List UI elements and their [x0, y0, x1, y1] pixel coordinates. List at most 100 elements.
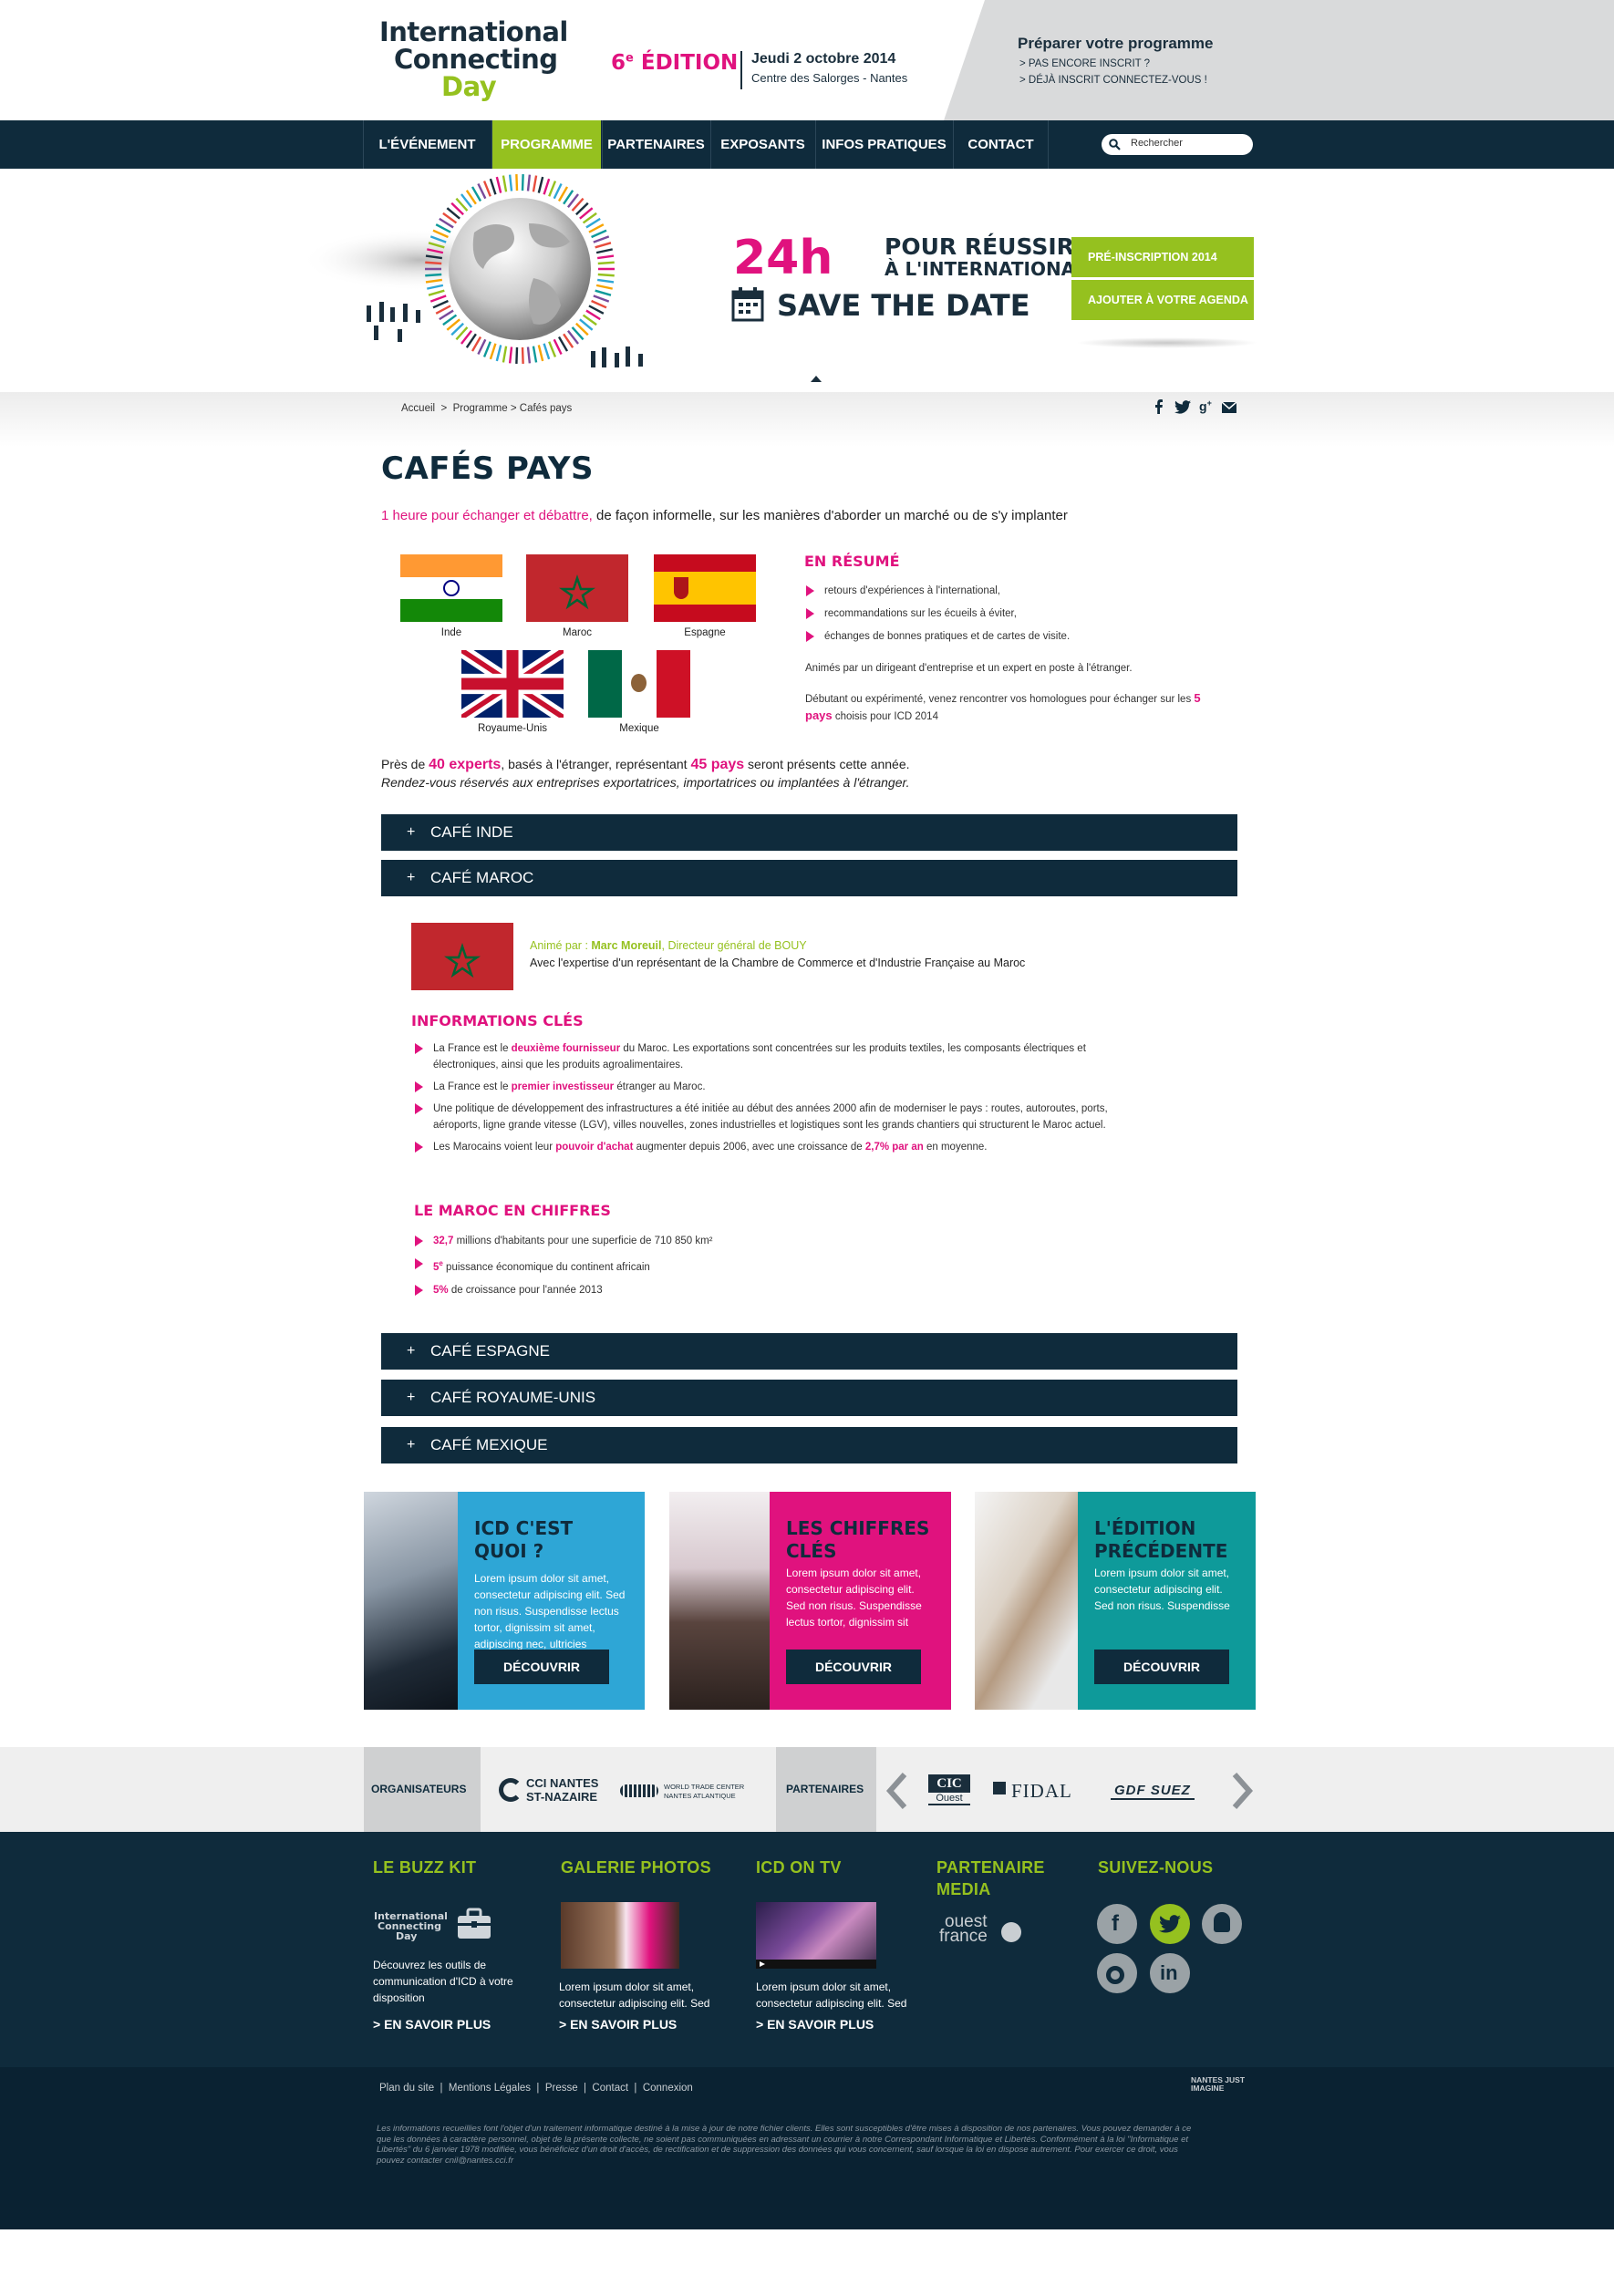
chiffre-item: 32,7 millions d'habitants pour une super… [411, 1233, 958, 1249]
viadeo-social-button[interactable] [1202, 1904, 1242, 1944]
footer-link-mentions[interactable]: Mentions Légales [449, 2083, 531, 2094]
resume-invite-text: Débutant ou expérimenté, venez rencontre… [805, 694, 1195, 705]
info-cles-list: La France est le deuxième fournisseur du… [411, 1040, 1132, 1155]
card-edition-precedente[interactable]: L'ÉDITION PRÉCÉDENTE Lorem ipsum dolor s… [975, 1492, 1256, 1710]
ring-segment [595, 248, 613, 254]
wtc-logo[interactable]: WORLD TRADE CENTER NANTES ATLANTIQUE [620, 1781, 748, 1803]
play-icon[interactable] [760, 1961, 765, 1967]
email-icon[interactable] [1222, 402, 1236, 413]
briefcase-icon [458, 1908, 491, 1939]
twitter-social-button[interactable] [1150, 1904, 1190, 1944]
login-link[interactable]: > DÉJÀ INSCRIT CONNECTEZ-VOUS ! [1019, 75, 1207, 86]
accordion-cafe-inde[interactable]: + CAFÉ INDE [381, 814, 1237, 851]
accordion-cafe-royaume-unis[interactable]: + CAFÉ ROYAUME-UNIS [381, 1380, 1237, 1416]
nantes-just-imagine-logo[interactable]: NANTES JUST IMAGINE [1191, 2076, 1246, 2093]
facebook-social-button[interactable]: f [1097, 1904, 1137, 1944]
video-controls-bar[interactable] [756, 1960, 876, 1969]
breadcrumb-home[interactable]: Accueil [401, 403, 435, 414]
card-icd-quoi[interactable]: ICD C'EST QUOI ? Lorem ipsum dolor sit a… [364, 1492, 645, 1710]
main-nav: L'ÉVÉNEMENT PROGRAMME PARTENAIRES EXPOSA… [0, 120, 1614, 176]
cic-logo[interactable]: CIC Ouest [928, 1774, 970, 1809]
header: International Connecting Day 6e ÉDITION … [0, 0, 1614, 120]
edition-text: ÉDITION [640, 51, 739, 75]
ashoka-chakra-icon [443, 580, 460, 596]
ring-segment [597, 261, 615, 265]
card-title-2: CLÉS [786, 1540, 837, 1562]
footer-link-presse[interactable]: Presse [545, 2083, 578, 2094]
flag-label-royaume-unis: Royaume-Unis [477, 723, 548, 734]
intro-highlight: 1 heure pour échanger et débattre, [381, 508, 593, 523]
accordion-cafe-espagne[interactable]: + CAFÉ ESPAGNE [381, 1333, 1237, 1370]
event-venue: Centre des Salorges - Nantes [751, 71, 908, 85]
breadcrumb-sep: > [510, 403, 517, 414]
resume-invite-end: choisis pour ICD 2014 [832, 711, 938, 722]
ring-segment [532, 346, 538, 363]
nav-item-partenaires[interactable]: PARTENAIRES [602, 120, 709, 169]
icd-tv-title: ICD ON TV [756, 1858, 842, 1877]
stats-pays: 45 pays [690, 757, 745, 772]
carousel-prev-icon[interactable] [885, 1773, 908, 1809]
fidal-logo[interactable]: FIDAL [993, 1780, 1072, 1803]
linkedin-icon: in [1160, 1961, 1178, 1984]
logo-line-2: Connecting [394, 44, 558, 75]
footer-link-contact[interactable]: Contact [592, 2083, 628, 2094]
info-text: Les Marocains voient leur [433, 1142, 556, 1153]
nav-item-programme[interactable]: PROGRAMME [491, 120, 601, 169]
resume-title: EN RÉSUMÉ [804, 553, 900, 570]
card-chiffres-cles[interactable]: LES CHIFFRES CLÉS Lorem ipsum dolor sit … [669, 1492, 951, 1710]
facebook-icon[interactable] [1154, 399, 1164, 414]
cci-logo[interactable]: CCI NANTES ST-NAZAIRE [499, 1776, 608, 1805]
googleplus-icon[interactable]: g+ [1199, 398, 1212, 414]
flag-mexico [588, 650, 690, 718]
add-to-agenda-button[interactable]: AJOUTER À VOTRE AGENDA [1071, 280, 1254, 320]
info-text: La France est le [433, 1081, 512, 1092]
ring-segment [432, 299, 449, 309]
site-logo[interactable]: International Connecting Day [379, 18, 568, 100]
nav-item-infos-pratiques[interactable]: INFOS PRATIQUES [815, 120, 952, 169]
tv-video-thumbnail[interactable] [756, 1902, 876, 1969]
pre-inscription-button[interactable]: PRÉ-INSCRIPTION 2014 [1071, 237, 1254, 277]
ouest-france-logo[interactable]: ouest france [939, 1913, 1030, 1945]
accordion-cafe-maroc[interactable]: + CAFÉ MAROC [381, 860, 1237, 896]
ring-segment [482, 181, 491, 197]
decouvrir-button[interactable]: DÉCOUVRIR [1094, 1650, 1229, 1684]
decouvrir-button[interactable]: DÉCOUVRIR [474, 1650, 609, 1684]
decouvrir-button[interactable]: DÉCOUVRIR [786, 1650, 921, 1684]
twitter-icon[interactable] [1174, 400, 1191, 414]
buzz-kit-more-link[interactable]: > EN SAVOIR PLUS [373, 2017, 491, 2032]
stats-line: Près de 40 experts, basés à l'étranger, … [381, 757, 910, 773]
not-registered-link[interactable]: > PAS ENCORE INSCRIT ? [1019, 58, 1150, 69]
footer-link-plan[interactable]: Plan du site [379, 2083, 434, 2094]
nav-item-exposants[interactable]: EXPOSANTS [710, 120, 814, 169]
nav-item-evenement[interactable]: L'ÉVÉNEMENT [363, 120, 491, 169]
search-input[interactable]: Rechercher [1102, 134, 1253, 155]
galerie-more-link[interactable]: > EN SAVOIR PLUS [559, 2017, 677, 2032]
viadeo-alt-social-button[interactable] [1097, 1953, 1137, 1993]
maroc-anime: Animé par : Marc Moreuil, Directeur géné… [530, 939, 807, 952]
breadcrumb-programme[interactable]: Programme [453, 403, 508, 414]
info-cles-title: INFORMATIONS CLÉS [411, 1012, 584, 1029]
stats-text: , basés à l'étranger, représentant [501, 757, 691, 771]
gdf-suez-logo[interactable]: GDF SUEZ [1111, 1783, 1195, 1800]
ring-segment [537, 345, 544, 362]
chiffre-text: millions d'habitants pour une superficie… [453, 1236, 713, 1246]
ring-segment [495, 176, 502, 193]
info-item: La France est le deuxième fournisseur du… [411, 1040, 1132, 1073]
cci-line-1: CCI NANTES [526, 1776, 599, 1790]
carousel-next-icon[interactable] [1231, 1773, 1255, 1809]
footer-link-connexion[interactable]: Connexion [643, 2083, 693, 2094]
icd-tv-more-link[interactable]: > EN SAVOIR PLUS [756, 2017, 874, 2032]
search-placeholder: Rechercher [1131, 138, 1183, 149]
nav-item-contact[interactable]: CONTACT [953, 120, 1049, 169]
galerie-thumbnail[interactable] [561, 1902, 679, 1969]
plus-icon: + [407, 1390, 416, 1405]
ring-segment [596, 254, 615, 260]
banner-up-arrow[interactable] [811, 376, 822, 382]
accordion-cafe-mexique[interactable]: + CAFÉ MEXIQUE [381, 1427, 1237, 1463]
resume-list: retours d'expériences à l'international,… [802, 583, 1222, 645]
buzz-kit-title: LE BUZZ KIT [373, 1858, 477, 1877]
hero-banner: 24h POUR RÉUSSIR À L'INTERNATIONAL SAVE … [0, 169, 1614, 392]
linkedin-social-button[interactable]: in [1150, 1953, 1190, 1993]
flag-label-inde: Inde [440, 627, 462, 638]
morocco-star-icon [559, 574, 595, 610]
